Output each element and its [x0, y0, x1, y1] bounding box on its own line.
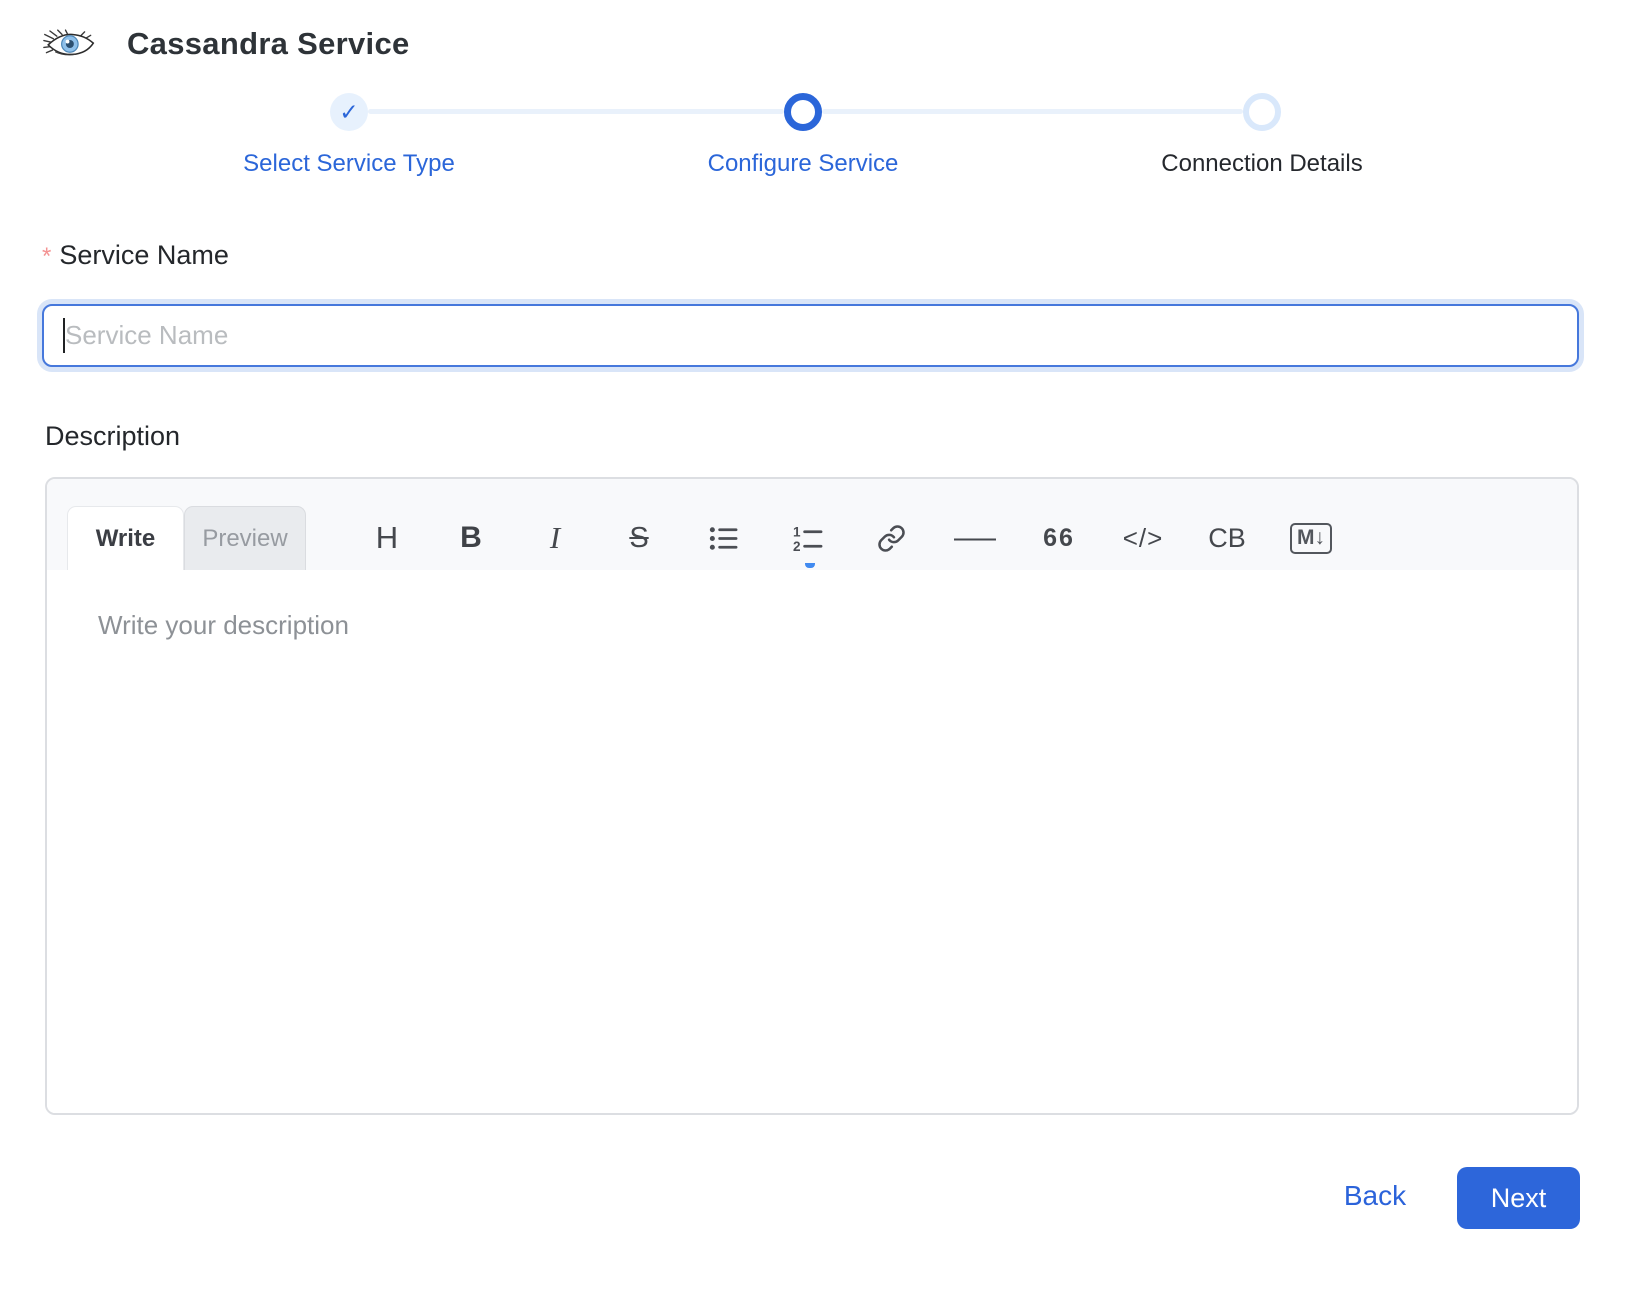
step-indicator-connection-details [1243, 93, 1281, 131]
italic-icon: I [550, 520, 560, 556]
markdown-help-button[interactable]: M↓ [1289, 510, 1333, 566]
italic-button[interactable]: I [533, 510, 577, 566]
step-label-configure-service: Configure Service [653, 150, 953, 178]
inline-code-button[interactable]: </> [1121, 510, 1165, 566]
wizard-stepper: ✓ Select Service Type Configure Service … [0, 0, 1644, 200]
heading-icon: H [376, 520, 398, 556]
back-button[interactable]: Back [1320, 1180, 1430, 1212]
service-name-label-row: * Service Name [42, 240, 229, 274]
strikethrough-button[interactable]: S [617, 510, 661, 566]
step-label-select-service-type: Select Service Type [199, 150, 499, 178]
check-icon: ✓ [339, 101, 358, 124]
horizontal-rule-button[interactable]: — [953, 510, 997, 566]
formatting-toolbar: H B I S [365, 506, 1333, 570]
code-block-icon: CB [1208, 523, 1246, 554]
description-placeholder: Write your description [98, 610, 349, 641]
quote-icon: 66 [1043, 524, 1075, 553]
numbered-list-button[interactable]: 12 [785, 510, 829, 566]
description-label: Description [45, 421, 180, 452]
step-label-connection-details: Connection Details [1112, 150, 1412, 178]
description-markdown-editor: Write Preview H B I S [45, 477, 1579, 1115]
description-editor-body[interactable]: Write your description [47, 570, 1577, 1113]
bulleted-list-button[interactable] [701, 510, 745, 566]
link-icon [877, 524, 906, 553]
step-connector [822, 109, 1243, 114]
code-icon: </> [1123, 523, 1164, 554]
required-asterisk: * [42, 240, 51, 274]
numbered-list-icon: 12 [792, 523, 823, 554]
horizontal-rule-icon: — [954, 521, 996, 555]
strikethrough-icon: S [629, 522, 648, 555]
heading-button[interactable]: H [365, 510, 409, 566]
configure-service-page: Cassandra Service ✓ Select Service Type … [0, 0, 1644, 1298]
step-connector [368, 109, 784, 114]
service-name-input[interactable] [42, 304, 1579, 367]
tab-preview[interactable]: Preview [184, 506, 306, 570]
text-caret [63, 318, 65, 353]
bold-button[interactable]: B [449, 510, 493, 566]
svg-text:2: 2 [792, 539, 800, 554]
markdown-icon: M↓ [1290, 523, 1332, 554]
editor-toolbar-header: Write Preview H B I S [47, 479, 1577, 570]
next-button[interactable]: Next [1457, 1167, 1580, 1229]
step-indicator-configure-service [784, 93, 822, 131]
link-button[interactable] [869, 510, 913, 566]
service-name-label: Service Name [59, 240, 229, 271]
quote-button[interactable]: 66 [1037, 510, 1081, 566]
code-block-button[interactable]: CB [1205, 510, 1249, 566]
step-indicator-select-service-type: ✓ [330, 93, 368, 131]
bold-icon: B [460, 521, 482, 555]
tab-write[interactable]: Write [67, 506, 184, 570]
svg-text:1: 1 [792, 524, 800, 539]
bulleted-list-icon [708, 523, 739, 554]
